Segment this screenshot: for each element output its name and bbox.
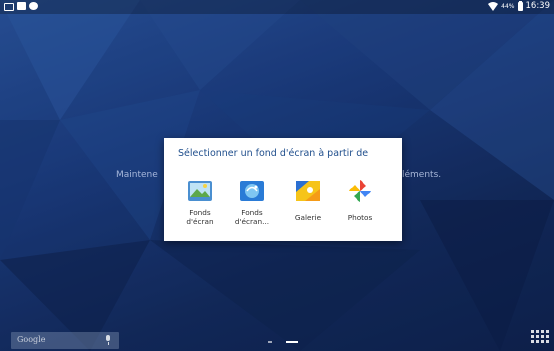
- wallpaper-source-dialog: Sélectionner un fond d'écran à partir de…: [164, 138, 402, 241]
- option-photos[interactable]: Photos: [335, 178, 385, 234]
- tablet-icon: [4, 3, 14, 11]
- option-label: Fonds d'écran...: [234, 208, 270, 226]
- status-bar: 44% 16:39: [0, 0, 554, 14]
- camera-icon: [29, 2, 38, 10]
- gallery-icon: [296, 181, 320, 201]
- hint-text-left: Maintene: [116, 170, 158, 180]
- option-wallpapers[interactable]: Fonds d'écran: [175, 178, 225, 234]
- page-indicator-2[interactable]: [286, 341, 298, 343]
- system-icons: 44% 16:39: [488, 0, 551, 11]
- hint-text-right: léments.: [402, 170, 442, 180]
- google-search-label: Google: [17, 335, 46, 344]
- option-gallery[interactable]: Galerie: [283, 178, 333, 234]
- option-label: Galerie: [294, 213, 322, 222]
- wallpaper-source-options: Fonds d'écran Fonds d'écran... Galerie P…: [164, 178, 402, 238]
- page-indicator-1[interactable]: [268, 341, 272, 343]
- google-search-bar[interactable]: Google: [11, 332, 119, 349]
- live-wallpapers-icon: [240, 181, 264, 201]
- apps-grid-icon[interactable]: [531, 330, 549, 348]
- dialog-title: Sélectionner un fond d'écran à partir de: [178, 148, 369, 159]
- option-live-wallpapers[interactable]: Fonds d'écran...: [227, 178, 277, 234]
- battery-percent: 44%: [501, 3, 515, 10]
- notification-icons: [4, 2, 38, 11]
- clock: 16:39: [525, 1, 551, 11]
- wifi-icon: [488, 1, 499, 11]
- option-label: Fonds d'écran: [186, 208, 214, 226]
- mic-icon[interactable]: [105, 335, 111, 346]
- image-icon: [17, 2, 26, 10]
- photos-icon: [349, 180, 371, 202]
- wallpapers-icon: [188, 181, 212, 201]
- option-label: Photos: [347, 213, 373, 222]
- battery-icon: [517, 0, 523, 11]
